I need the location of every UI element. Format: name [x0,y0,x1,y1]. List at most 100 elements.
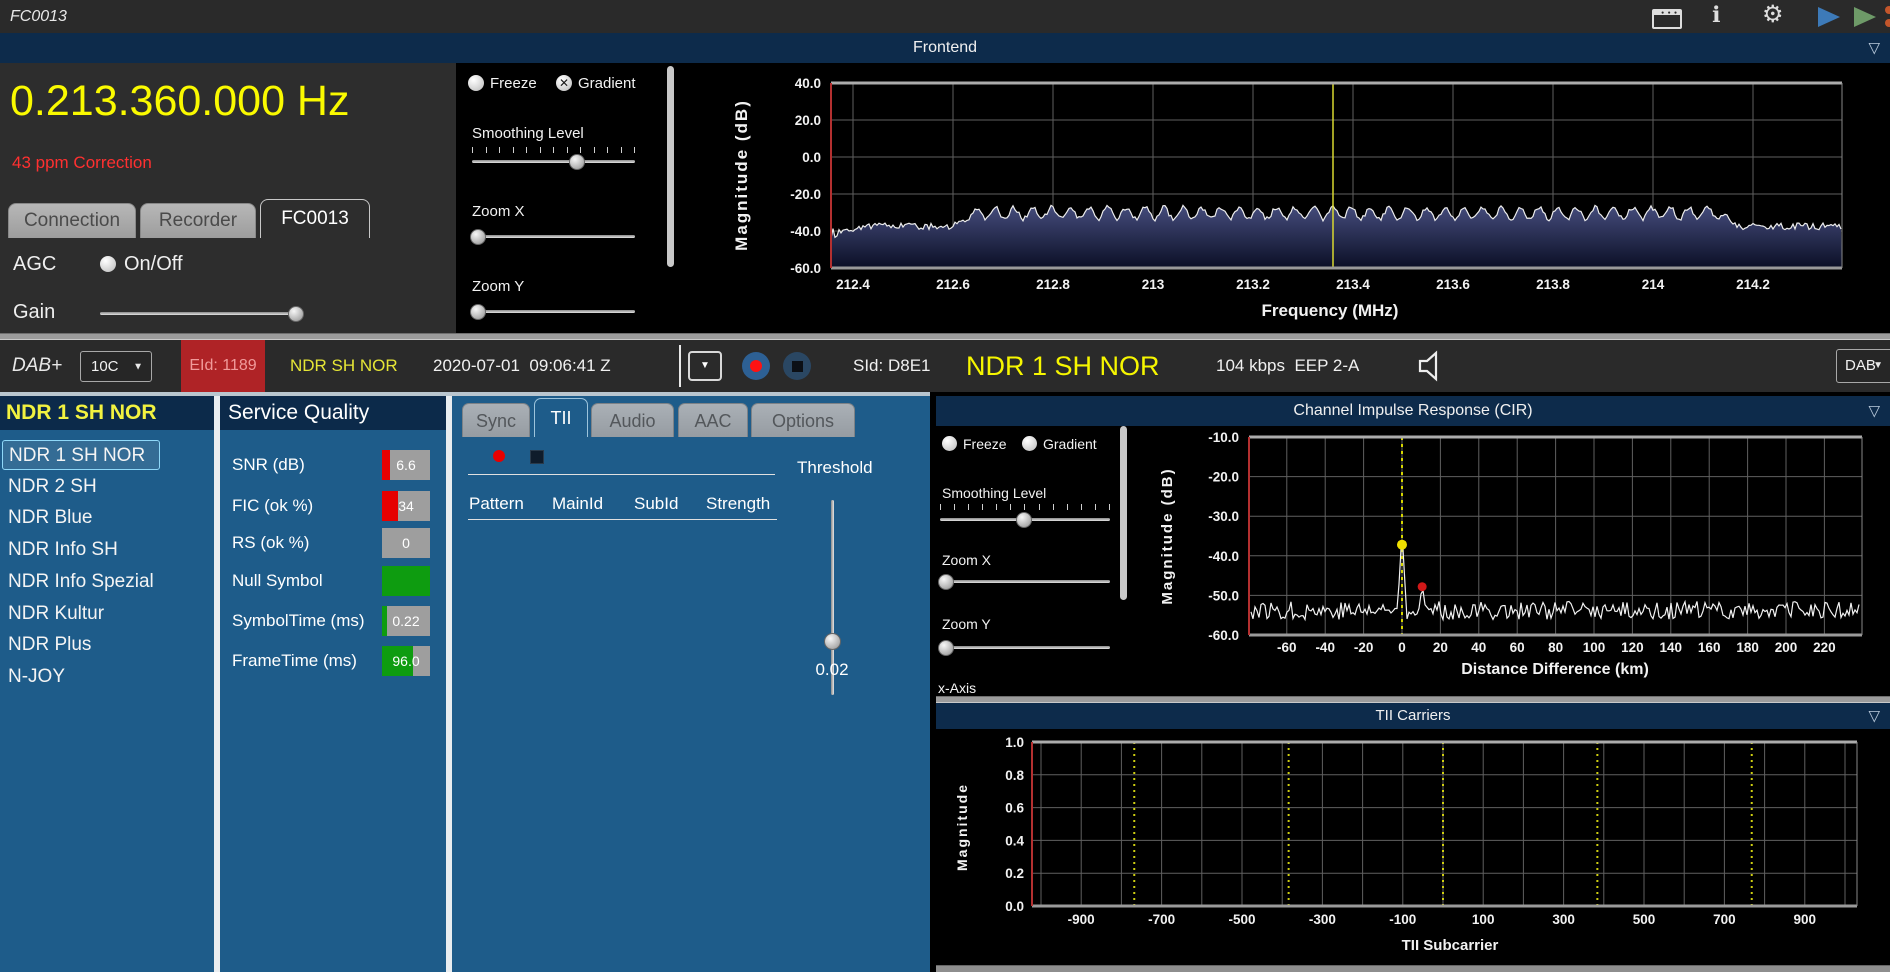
gain-slider-handle[interactable] [288,306,304,322]
tick-label: 0.0 [802,150,821,165]
tick-label: 900 [1794,912,1817,927]
cir-zoom-y-slider-handle[interactable] [938,640,954,656]
tab-fc0013[interactable]: FC0013 [260,199,370,238]
tick-label: -700 [1148,912,1175,927]
cir-smoothing-label: Smoothing Level [942,485,1047,501]
right-section: Channel Impulse Response (CIR) ▽ Freeze … [936,396,1890,972]
tick-label: 214.2 [1736,277,1770,292]
tick-label: 0.8 [1005,768,1024,783]
tick-label: -60.0 [790,261,821,276]
controls-scrollbar[interactable] [667,66,674,267]
section-divider [936,696,1890,703]
gear-icon[interactable]: ⚙ [1762,3,1784,27]
smoothing-slider[interactable] [472,160,635,163]
spectrum-plot: 40.0 20.0 0.0 -20.0 -40.0 -60.0 212.4 212.6 212.… [732,76,1843,320]
tick-label: 214 [1642,277,1665,292]
main-path-dot [1397,539,1407,550]
quality-bar-value: 0.22 [392,613,420,629]
play-icon-green[interactable] [1854,7,1876,27]
zoom-x-slider-handle[interactable] [470,229,486,245]
cir-controls-scrollbar[interactable] [1120,426,1127,600]
tick-label: 180 [1736,640,1759,655]
tab-sync[interactable]: Sync [462,403,530,437]
service-list-item[interactable]: NDR Plus [0,630,210,660]
service-list-item[interactable]: NDR Info Spezial [0,567,210,597]
output-select[interactable]: DAB ▼ [1836,349,1890,383]
service-list-item[interactable]: NDR Info SH [0,535,210,565]
tab-connection[interactable]: Connection [8,203,136,238]
tick-label: 220 [1813,640,1836,655]
stop-button[interactable] [783,352,811,380]
channel-value: 10C [91,358,119,375]
tick-label: Magnitude [954,783,970,871]
service-list-item[interactable]: NDR 2 SH [0,472,210,502]
cir-zoom-y-label: Zoom Y [942,616,991,632]
threshold-slider-handle[interactable] [824,633,841,650]
tick-label: -100 [1389,912,1416,927]
freeze-radio[interactable] [468,75,484,91]
tab-tii[interactable]: TII [534,398,588,437]
tick-label: -60.0 [1208,628,1239,643]
tick-label: 700 [1713,912,1736,927]
zoom-y-slider[interactable] [472,310,635,313]
smoothing-slider-handle[interactable] [569,154,585,170]
service-list-item[interactable]: N-JOY [0,662,210,692]
quality-row-label: SNR (dB) [232,455,305,474]
collapse-arrow-icon[interactable]: ▽ [1868,709,1880,724]
current-service: NDR 1 SH NOR [966,351,1160,381]
tab-audio[interactable]: Audio [591,403,674,437]
cir-header: Channel Impulse Response (CIR) ▽ [936,396,1890,426]
gradient-radio[interactable] [556,75,572,91]
detail-tabs-panel: Sync TII Audio AAC Options Pattern MainId SubI… [452,396,930,972]
section-divider [0,333,1890,340]
tick-label: 212.8 [1036,277,1070,292]
cir-freeze-label: Freeze [963,436,1007,452]
dab-status-bar: DAB+ 10C ▼ EId: 1189 NDR SH NOR 2020-07-… [0,340,1890,392]
collapse-arrow-icon[interactable]: ▽ [1868,404,1880,419]
quality-row-label: FrameTime (ms) [232,651,357,670]
gain-slider[interactable] [100,312,300,315]
tick-label: 0.6 [1005,801,1024,816]
tick-label: TII Subcarrier [1402,937,1499,954]
info-icon[interactable]: ℹ [1712,4,1720,26]
collapse-arrow-icon[interactable]: ▽ [1868,41,1880,56]
tick-label: Distance Difference (km) [1461,661,1649,678]
cir-zoom-x-slider-handle[interactable] [938,574,954,590]
frequency-display: 0.213.360.000 Hz [10,77,350,125]
service-list-item[interactable]: NDR 1 SH NOR [2,440,160,470]
record-button[interactable] [742,352,770,380]
service-list-item[interactable]: NDR Blue [0,503,210,533]
agc-radio[interactable] [100,256,116,272]
service-quality-panel: Service Quality SNR (dB) 6.6 FIC (ok %) 34 R… [220,396,446,972]
cir-gradient-radio[interactable] [1022,436,1037,451]
threshold-value: 0.02 [815,660,849,679]
window-icon[interactable]: ● ● ● [1652,9,1682,29]
frontend-tabs: Connection Recorder FC0013 [0,199,456,238]
spectrum-controls: Freeze Gradient Smoothing Level Zoom X Z… [456,63,690,333]
quality-row-label: SymbolTime (ms) [232,611,365,630]
zoom-y-slider-handle[interactable] [470,304,486,320]
service-dropdown-button[interactable]: ▼ [688,351,722,381]
cir-smoothing-ticks [940,504,1110,510]
cir-smoothing-slider-handle[interactable] [1016,512,1032,528]
cir-freeze-radio[interactable] [942,436,957,451]
speaker-icon[interactable] [1416,350,1446,382]
separator [679,345,681,387]
tick-label: 300 [1552,912,1575,927]
tick-label: 40.0 [795,76,821,91]
channel-select[interactable]: 10C ▼ [80,351,152,382]
play-icon-blue[interactable] [1818,7,1840,27]
cir-zoom-x-slider[interactable] [940,580,1110,583]
frontend-section: 0.213.360.000 Hz 43 ppm Correction Conne… [0,63,1890,333]
service-list-item[interactable]: NDR Kultur [0,599,210,629]
bottom-scrollbar[interactable] [936,965,1890,972]
tii-red-indicator [493,450,505,462]
tick-label: 120 [1621,640,1644,655]
tab-recorder[interactable]: Recorder [140,203,256,238]
cir-zoom-y-slider[interactable] [940,646,1110,649]
tab-options[interactable]: Options [751,403,855,437]
agc-label: AGC [13,253,57,275]
freeze-label: Freeze [490,75,537,92]
tab-aac[interactable]: AAC [678,403,748,437]
zoom-x-slider[interactable] [472,235,635,238]
